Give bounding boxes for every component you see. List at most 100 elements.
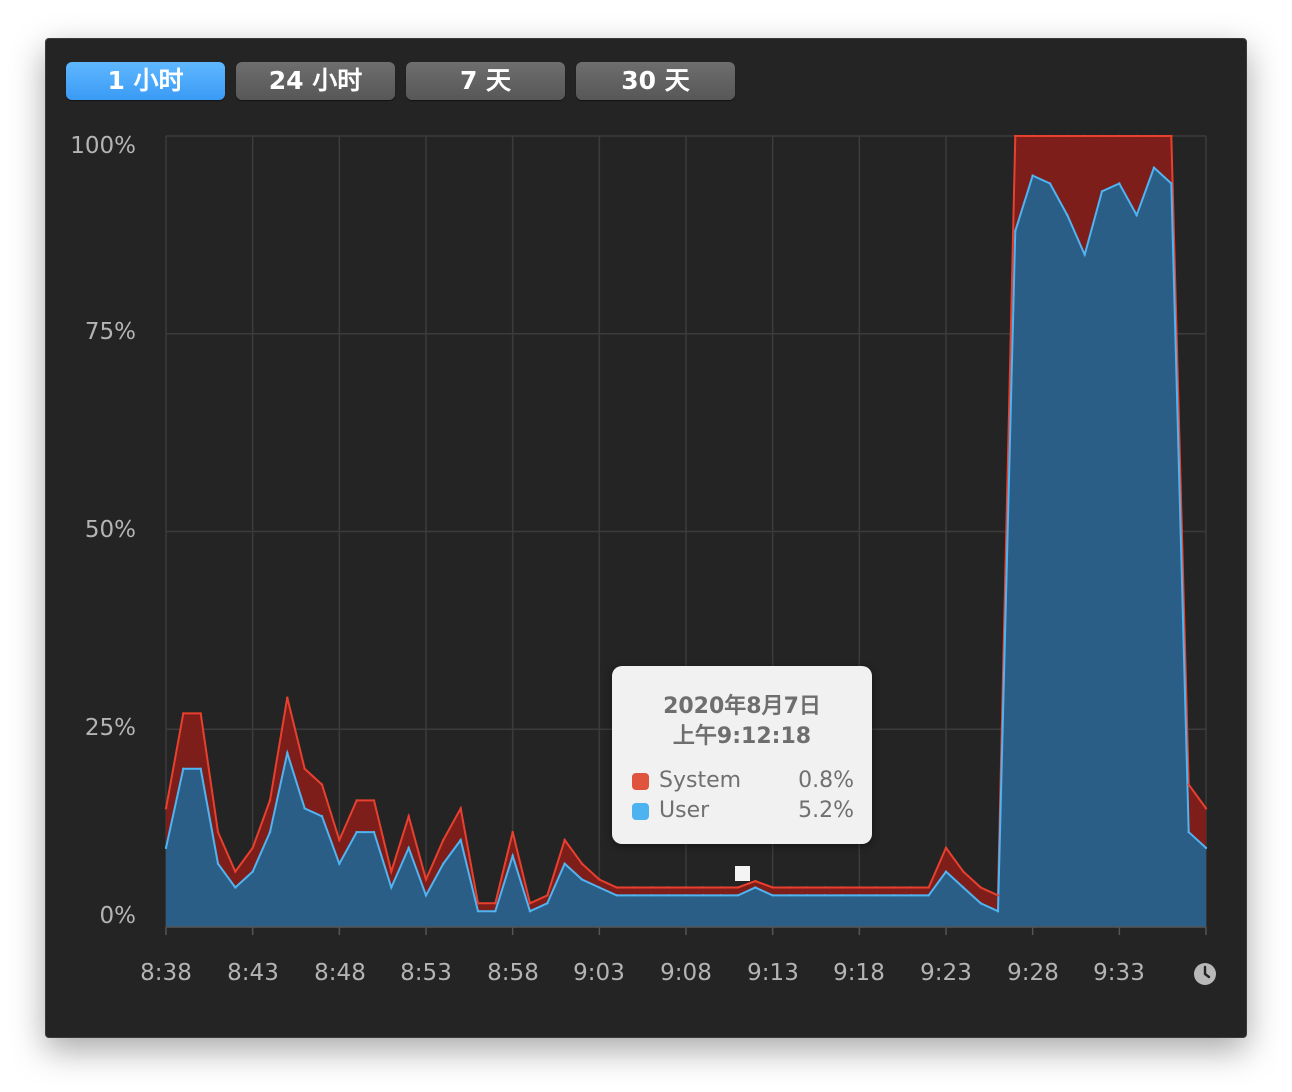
user-data-point xyxy=(892,894,896,897)
tooltip-time: 上午9:12:18 xyxy=(672,724,812,749)
user-data-point xyxy=(615,894,618,897)
tooltip-row-system: System 0.8% xyxy=(632,768,854,796)
system-data-point xyxy=(1100,134,1104,138)
tooltip-series-value: 0.8% xyxy=(798,768,854,793)
user-data-point xyxy=(338,862,341,865)
system-data-point xyxy=(476,902,480,905)
user-data-point xyxy=(1135,213,1138,217)
user-data-point xyxy=(944,870,948,873)
user-data-point xyxy=(1083,253,1086,256)
user-data-point xyxy=(650,894,653,897)
user-data-point xyxy=(979,902,982,905)
system-data-point xyxy=(1083,134,1086,138)
user-data-point xyxy=(840,894,844,897)
user-data-point xyxy=(1118,182,1121,185)
system-data-point xyxy=(1031,134,1034,138)
x-tick-label: 9:08 xyxy=(660,960,712,986)
user-swatch xyxy=(632,803,649,820)
system-data-point xyxy=(216,830,220,834)
system-data-point xyxy=(459,807,462,810)
system-data-point xyxy=(598,878,601,881)
system-data-point xyxy=(979,886,982,889)
user-data-point xyxy=(234,886,237,889)
tooltip-series-name: User xyxy=(659,798,710,823)
user-data-point xyxy=(303,807,306,810)
system-data-point xyxy=(563,838,566,842)
user-data-point xyxy=(476,909,480,913)
x-tick-label: 9:23 xyxy=(920,960,972,986)
hover-cursor-marker xyxy=(735,866,750,881)
user-data-point xyxy=(736,894,740,897)
x-tick-label: 9:28 xyxy=(1007,960,1059,986)
system-data-point xyxy=(632,886,636,889)
system-data-point xyxy=(1014,134,1017,138)
system-data-point xyxy=(1187,783,1190,786)
user-data-point xyxy=(702,894,705,897)
tooltip-series-name: System xyxy=(659,768,742,793)
y-tick-label-100: 100% xyxy=(70,133,136,159)
tooltip-date: 2020年8月7日 xyxy=(663,694,821,719)
tooltip-row-user: User 5.2% xyxy=(632,798,854,826)
user-data-point xyxy=(1014,229,1017,233)
user-data-point xyxy=(823,894,826,897)
system-data-point xyxy=(858,886,861,889)
system-data-point xyxy=(268,799,272,802)
system-data-point xyxy=(1170,134,1173,138)
user-data-point xyxy=(580,878,584,881)
x-tick-label: 8:58 xyxy=(487,960,539,986)
system-data-point xyxy=(303,767,306,770)
system-data-point xyxy=(944,846,948,850)
user-data-point xyxy=(372,830,376,834)
system-data-point xyxy=(1135,134,1138,138)
system-data-point xyxy=(650,886,653,889)
system-data-point xyxy=(355,799,358,802)
user-data-point xyxy=(164,846,168,850)
system-data-point xyxy=(996,894,1000,897)
user-data-point xyxy=(1204,846,1208,850)
user-data-point xyxy=(719,894,722,897)
user-data-point xyxy=(182,767,185,770)
system-data-point xyxy=(771,886,774,889)
system-data-point xyxy=(910,886,913,889)
user-data-point xyxy=(1066,213,1069,217)
system-data-point xyxy=(1118,134,1121,138)
system-data-point xyxy=(736,886,740,889)
system-data-point xyxy=(667,886,670,889)
system-data-point xyxy=(338,838,341,842)
user-data-point xyxy=(355,830,358,834)
clock-icon[interactable] xyxy=(1193,962,1217,986)
user-data-point xyxy=(632,894,636,897)
y-tick-label-50: 50% xyxy=(84,517,136,543)
user-data-point xyxy=(1152,166,1156,169)
y-tick-label-75: 75% xyxy=(84,319,136,345)
x-tick-label: 8:53 xyxy=(400,960,452,986)
user-data-point xyxy=(962,886,965,889)
system-data-point xyxy=(442,838,445,842)
user-data-point xyxy=(598,886,601,889)
user-data-point xyxy=(563,862,566,865)
x-tick-label: 8:48 xyxy=(314,960,366,986)
system-data-point xyxy=(164,807,168,810)
user-data-point xyxy=(286,751,289,755)
user-data-point xyxy=(1048,182,1052,185)
user-data-point xyxy=(494,909,497,913)
user-data-point xyxy=(1100,190,1104,193)
system-data-point xyxy=(719,886,722,889)
user-data-point xyxy=(1187,830,1190,834)
system-data-point xyxy=(407,815,410,818)
system-data-point xyxy=(580,862,584,865)
user-data-point xyxy=(251,870,254,873)
x-tick-label: 8:38 xyxy=(140,960,192,986)
system-data-point xyxy=(1204,807,1208,810)
system-data-point xyxy=(788,886,792,889)
system-data-point xyxy=(806,886,809,889)
user-data-point xyxy=(424,894,428,897)
user-data-point xyxy=(320,815,324,818)
system-data-point xyxy=(372,799,376,802)
system-data-point xyxy=(702,886,705,889)
user-data-point xyxy=(216,862,220,865)
user-data-point xyxy=(910,894,913,897)
user-data-point xyxy=(996,909,1000,913)
cpu-load-chart[interactable] xyxy=(0,0,1292,1092)
system-data-point xyxy=(546,894,549,897)
